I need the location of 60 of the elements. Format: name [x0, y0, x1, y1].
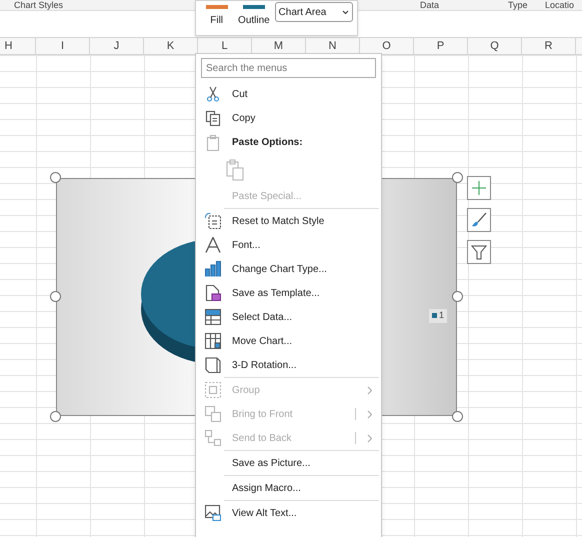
chevron-down-icon	[342, 10, 349, 14]
filter-icon	[471, 244, 487, 260]
send-back-icon	[205, 430, 221, 446]
menu-item[interactable]: Reset to Match Style	[196, 209, 381, 233]
resize-handle[interactable]	[50, 172, 61, 183]
chart-filters-button[interactable]	[467, 240, 491, 264]
move-chart-icon	[205, 333, 221, 349]
legend-label: 1	[439, 309, 444, 322]
menu-item[interactable]: Cut	[196, 82, 381, 106]
menu-search-field[interactable]: Search the menus	[201, 58, 376, 78]
ribbon-group-label: Locatio	[545, 0, 574, 10]
chevron-right-icon	[367, 434, 373, 442]
column-header[interactable]: P	[414, 38, 468, 54]
outline-button[interactable]: Outline	[237, 1, 271, 27]
letter-icon	[205, 237, 221, 253]
paste-option-icon	[226, 158, 244, 180]
bring-front-icon	[205, 406, 221, 422]
resize-handle[interactable]	[452, 172, 463, 183]
group-icon	[205, 382, 221, 398]
copy-icon	[205, 110, 221, 126]
column-header[interactable]: H	[0, 38, 36, 54]
menu-item[interactable]: View Alt Text...	[196, 501, 381, 525]
column-header[interactable]: I	[36, 38, 90, 54]
fill-button[interactable]: Fill	[200, 1, 234, 27]
column-header[interactable]: R	[522, 38, 576, 54]
bar-chart-icon	[205, 261, 221, 277]
menu-item[interactable]: Font...	[196, 233, 381, 257]
plus-icon	[471, 180, 487, 196]
legend-key-icon	[432, 313, 437, 318]
column-header[interactable]: Q	[468, 38, 522, 54]
menu-item[interactable]: Move Chart...	[196, 329, 381, 353]
ribbon-group-label: Chart Styles	[14, 0, 64, 10]
chart-elements-button[interactable]	[467, 176, 491, 200]
menu-item[interactable]: Select Data...	[196, 305, 381, 329]
chart-element-select[interactable]: Chart Area	[274, 2, 353, 22]
resize-handle[interactable]	[50, 291, 61, 302]
table-icon	[205, 309, 221, 325]
menu-item[interactable]: 3-D Rotation...	[196, 353, 381, 377]
ribbon-group-label: Type	[508, 0, 528, 10]
ribbon-group-label: Data	[420, 0, 440, 10]
menu-item[interactable]: Change Chart Type...	[196, 257, 381, 281]
menu-section-heading: Paste Options:	[232, 136, 303, 150]
chevron-right-icon	[367, 410, 373, 418]
picture-text-icon	[205, 505, 221, 521]
chevron-right-icon	[367, 386, 373, 394]
menu-item[interactable]: Copy	[196, 106, 381, 130]
column-header[interactable]: J	[90, 38, 144, 54]
resize-handle[interactable]	[452, 291, 463, 302]
menu-item[interactable]: Save as Template...	[196, 281, 381, 305]
reset-icon	[205, 213, 221, 229]
template-icon	[205, 285, 221, 301]
clipboard-icon	[205, 134, 221, 150]
menu-item[interactable]: Assign Macro...	[196, 476, 381, 500]
menu-item[interactable]: Save as Picture...	[196, 451, 381, 475]
brush-icon	[471, 212, 487, 228]
scissors-icon	[205, 86, 221, 102]
chart-styles-button[interactable]	[467, 208, 491, 232]
resize-handle[interactable]	[452, 411, 463, 422]
resize-handle[interactable]	[50, 411, 61, 422]
rotation-icon	[205, 357, 221, 373]
